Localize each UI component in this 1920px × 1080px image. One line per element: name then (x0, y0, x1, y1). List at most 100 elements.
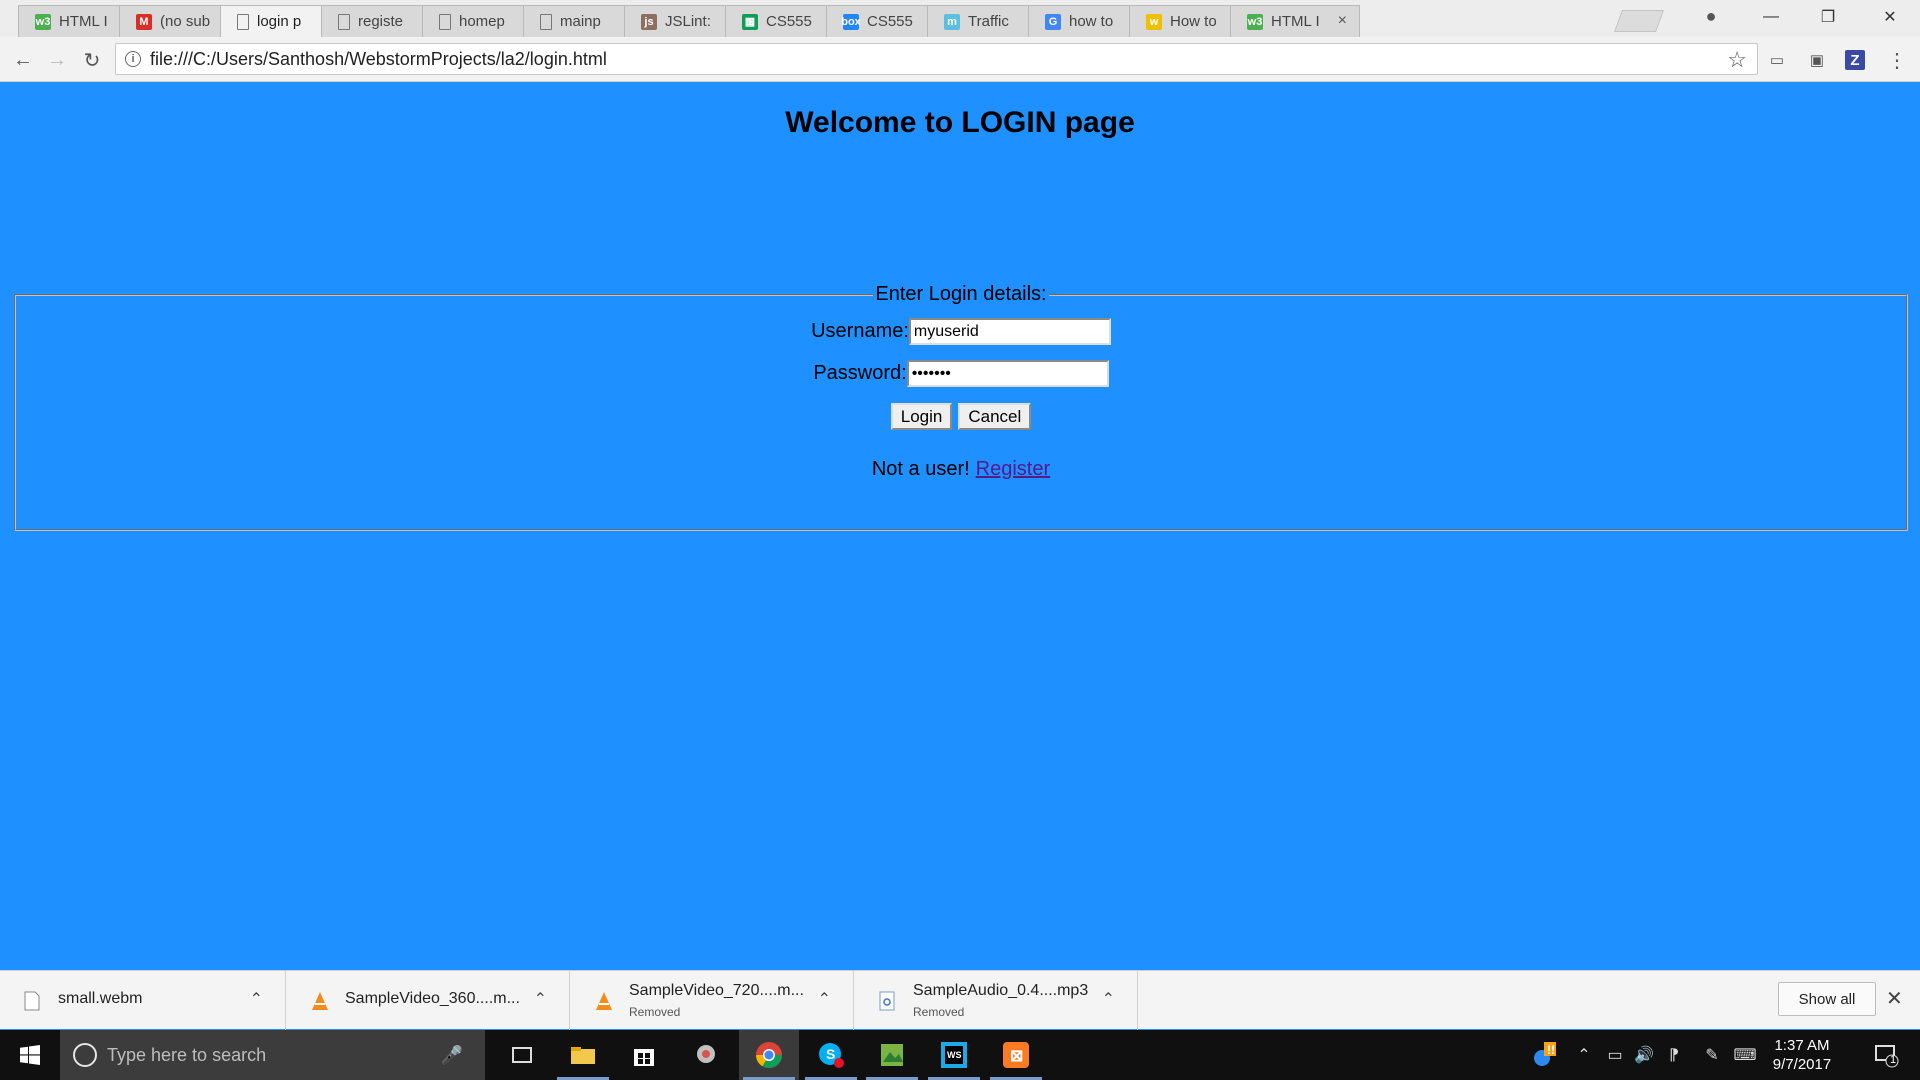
tray-alert-icon[interactable]: !! (1530, 1030, 1560, 1080)
restore-button[interactable]: ❐ (1800, 0, 1856, 34)
address-bar[interactable]: i file:///C:/Users/Santhosh/WebstormProj… (115, 43, 1758, 75)
svg-text:!!: !! (1547, 1043, 1555, 1057)
close-window-button[interactable]: ✕ (1862, 0, 1918, 34)
download-status: Removed (629, 1005, 681, 1019)
login-legend: Enter Login details: (875, 283, 1047, 305)
download-item[interactable]: SampleAudio_0.4....mp3 Removed ⌃ (855, 971, 1138, 1030)
audio-file-icon (879, 991, 895, 1011)
minimize-button[interactable]: — (1743, 0, 1799, 34)
tab-close-icon[interactable]: × (1338, 12, 1347, 30)
chevron-up-icon[interactable]: ⌃ (250, 989, 263, 1009)
downloads-bar: small.webm ⌃ SampleVideo_360....m... ⌃ Sampl… (0, 970, 1920, 1030)
browser-tab[interactable]: w3 HTML I × (1230, 5, 1360, 37)
download-item[interactable]: SampleVideo_360....m... ⌃ (287, 971, 570, 1030)
login-button[interactable]: Login (890, 403, 953, 430)
store-icon[interactable] (614, 1030, 674, 1080)
taskbar-clock[interactable]: 1:37 AM 9/7/2017 (1760, 1036, 1844, 1074)
username-label: Username: (811, 320, 909, 342)
taskbar-search-placeholder: Type here to search (107, 1044, 267, 1065)
register-link[interactable]: Register (976, 458, 1050, 481)
password-row: Password: (16, 360, 1906, 387)
profile-icon[interactable]: ● (1700, 5, 1722, 27)
download-status: Removed (913, 1005, 965, 1019)
tab-title: registe (358, 13, 404, 30)
photo-editor-icon[interactable] (862, 1030, 922, 1080)
page-heading: Welcome to LOGIN page (785, 106, 1135, 139)
microphone-icon[interactable]: 🎤 (441, 1045, 463, 1066)
tab-title: CS555 (867, 13, 913, 30)
password-input[interactable] (906, 360, 1109, 387)
page-icon (439, 13, 451, 30)
wifi-icon[interactable]: ⁋ (1662, 1030, 1686, 1080)
forward-icon[interactable]: → (44, 47, 70, 73)
tab-title: JSLint: (665, 13, 711, 30)
tray-chevron-up-icon[interactable]: ⌃ (1572, 1030, 1596, 1080)
bookmark-star-icon[interactable]: ☆ (1727, 47, 1747, 73)
username-row: Username: (16, 318, 1906, 345)
cancel-button[interactable]: Cancel (958, 403, 1032, 430)
action-center-icon[interactable]: 1 (1866, 1030, 1906, 1080)
tab-title: how to (1069, 13, 1114, 30)
show-all-downloads-button[interactable]: Show all (1778, 982, 1876, 1016)
page-content: Welcome to LOGIN page Enter Login detail… (0, 83, 1920, 970)
svg-text:S: S (826, 1046, 835, 1062)
browser-toolbar: ← → ↻ i file:///C:/Users/Santhosh/Websto… (0, 37, 1920, 82)
close-downloads-icon[interactable]: ✕ (1886, 986, 1903, 1011)
login-fieldset: Enter Login details: Username: Password:… (14, 283, 1908, 531)
tab-title: CS555 (766, 13, 812, 30)
tab-title: homep (459, 13, 505, 30)
info-icon[interactable]: i (125, 51, 141, 67)
taskbar-search-box[interactable]: Type here to search 🎤 (60, 1030, 485, 1080)
page-icon (338, 13, 350, 30)
volume-icon[interactable]: 🔊 (1632, 1030, 1656, 1080)
tab-title: HTML I (59, 13, 108, 30)
file-explorer-icon[interactable] (553, 1030, 613, 1080)
menu-kebab-icon[interactable]: ⋮ (1885, 48, 1909, 72)
back-icon[interactable]: ← (10, 47, 36, 73)
windows-start-icon[interactable] (0, 1030, 60, 1080)
clock-time: 1:37 AM (1774, 1037, 1830, 1054)
jslint-icon: js (641, 13, 657, 30)
cast-icon[interactable]: ▭ (1765, 48, 1789, 72)
download-filename: small.webm (58, 990, 143, 1007)
skype-icon[interactable]: S (801, 1030, 861, 1080)
wikihow-icon: w (1146, 13, 1162, 30)
password-label: Password: (813, 362, 907, 384)
tab-title: login p (257, 13, 302, 30)
mailchimp-icon: m (944, 13, 960, 30)
username-input[interactable] (908, 318, 1111, 345)
extension-icon[interactable]: ▣ (1805, 48, 1829, 72)
battery-icon[interactable]: ▭ (1603, 1030, 1627, 1080)
cortana-icon[interactable] (73, 1043, 97, 1067)
w3schools-icon: w3 (35, 13, 51, 30)
chevron-up-icon[interactable]: ⌃ (818, 989, 831, 1009)
browser-tab-strip: w3HTML I×M(no sub×login p×registe×homep×… (0, 0, 1920, 37)
address-url[interactable]: file:///C:/Users/Santhosh/WebstormProjec… (150, 49, 607, 70)
zotero-extension-icon[interactable]: Z (1845, 50, 1865, 70)
download-item[interactable]: SampleVideo_720....m... Removed ⌃ (571, 971, 854, 1030)
download-filename: SampleVideo_720....m... (629, 982, 804, 999)
gmail-icon: M (136, 13, 152, 30)
snipping-tool-icon[interactable] (676, 1030, 736, 1080)
chevron-up-icon[interactable]: ⌃ (534, 989, 547, 1009)
google-icon: G (1045, 13, 1061, 30)
pen-icon[interactable]: ✎ (1700, 1030, 1724, 1080)
tab-title: Traffic (968, 13, 1009, 30)
chevron-up-icon[interactable]: ⌃ (1102, 989, 1115, 1009)
svg-text:WS: WS (947, 1050, 962, 1060)
vlc-icon (311, 991, 328, 1011)
reload-icon[interactable]: ↻ (79, 47, 105, 73)
download-item[interactable]: small.webm ⌃ (0, 971, 286, 1030)
sheets-icon: ▦ (742, 13, 758, 30)
download-filename: SampleVideo_360....m... (345, 990, 520, 1007)
webstorm-icon[interactable]: WS (924, 1030, 984, 1080)
xampp-icon[interactable]: ⊠ (986, 1030, 1046, 1080)
chrome-taskbar-icon[interactable] (739, 1030, 799, 1080)
task-view-icon[interactable] (492, 1030, 552, 1080)
download-filename: SampleAudio_0.4....mp3 (913, 982, 1089, 999)
svg-text:⊠: ⊠ (1010, 1048, 1023, 1065)
button-row: Login Cancel (16, 403, 1906, 430)
clock-date: 9/7/2017 (1772, 1056, 1832, 1073)
new-tab-button[interactable] (1613, 10, 1665, 32)
keyboard-icon[interactable]: ⌨ (1732, 1030, 1758, 1080)
